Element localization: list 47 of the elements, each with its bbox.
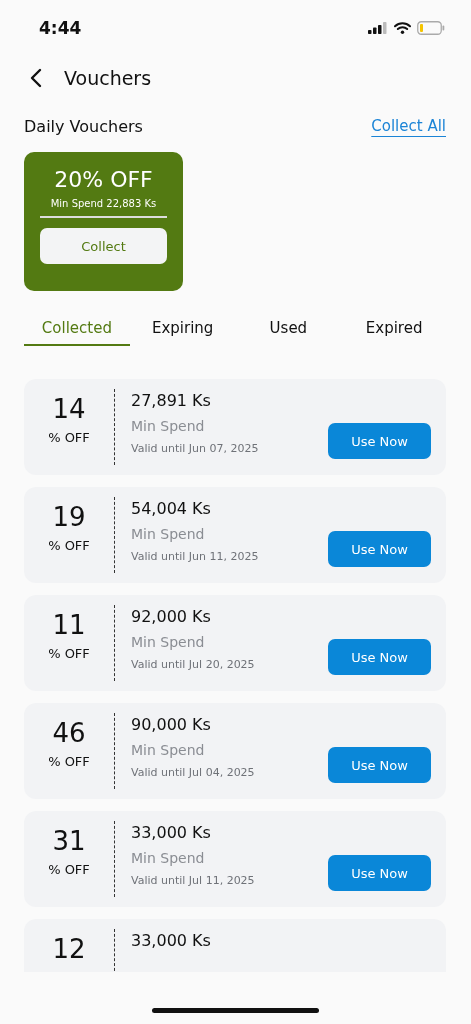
tab[interactable]: Used: [235, 311, 342, 346]
min-spend-label: Min Spend: [131, 850, 206, 866]
back-button[interactable]: [28, 66, 44, 90]
use-now-button[interactable]: Use Now: [328, 531, 431, 567]
battery-icon: [417, 21, 445, 35]
valid-until-text: Valid until Jul 11, 2025: [131, 874, 256, 887]
min-spend-label: Min Spend: [131, 526, 206, 542]
amount-text: 33,000 Ks: [131, 931, 212, 950]
wifi-icon: [394, 22, 411, 34]
status-time: 4:44: [39, 18, 82, 38]
min-spend-label: Min Spend: [131, 634, 206, 650]
amount-text: 33,000 Ks: [131, 823, 212, 842]
min-spend-text: Min Spend 22,883 Ks: [50, 198, 157, 209]
min-spend-label: Min Spend: [131, 742, 206, 758]
amount-text: 54,004 Ks: [131, 499, 212, 518]
percent-value: 12: [52, 935, 86, 964]
tab[interactable]: Expiring: [129, 311, 236, 346]
use-now-button[interactable]: Use Now: [328, 423, 431, 459]
collect-button[interactable]: Collect: [40, 228, 167, 264]
valid-until-text: Valid until Jun 11, 2025: [131, 550, 260, 563]
tab[interactable]: Collected: [24, 311, 130, 346]
valid-until-text: Valid until Jul 20, 2025: [131, 658, 256, 671]
signal-icon: [368, 22, 388, 34]
use-now-button[interactable]: Use Now: [328, 855, 431, 891]
amount-text: 92,000 Ks: [131, 607, 212, 626]
percent-value: 31: [52, 827, 86, 856]
percent-value: 19: [52, 503, 86, 532]
percent-value: 14: [52, 395, 86, 424]
collect-all-link[interactable]: Collect All: [371, 117, 446, 135]
tab[interactable]: Expired: [341, 311, 447, 346]
use-now-button[interactable]: Use Now: [328, 639, 431, 675]
percent-value: 46: [52, 719, 86, 748]
page-title: Vouchers: [64, 67, 152, 89]
valid-until-text: Valid until Jul 04, 2025: [131, 766, 256, 779]
discount-text: 20% OFF: [54, 167, 153, 192]
amount-text: 27,891 Ks: [131, 391, 212, 410]
percent-label: % OFF: [48, 753, 90, 769]
section-title: Daily Vouchers: [24, 116, 143, 136]
use-now-button[interactable]: Use Now: [328, 747, 431, 783]
percent-value: 11: [52, 611, 86, 640]
percent-label: % OFF: [48, 429, 90, 445]
percent-label: % OFF: [48, 537, 90, 553]
valid-until-text: Valid until Jun 07, 2025: [131, 442, 260, 455]
percent-label: % OFF: [48, 861, 90, 877]
min-spend-label: Min Spend: [131, 418, 206, 434]
percent-label: % OFF: [48, 645, 90, 661]
amount-text: 90,000 Ks: [131, 715, 212, 734]
